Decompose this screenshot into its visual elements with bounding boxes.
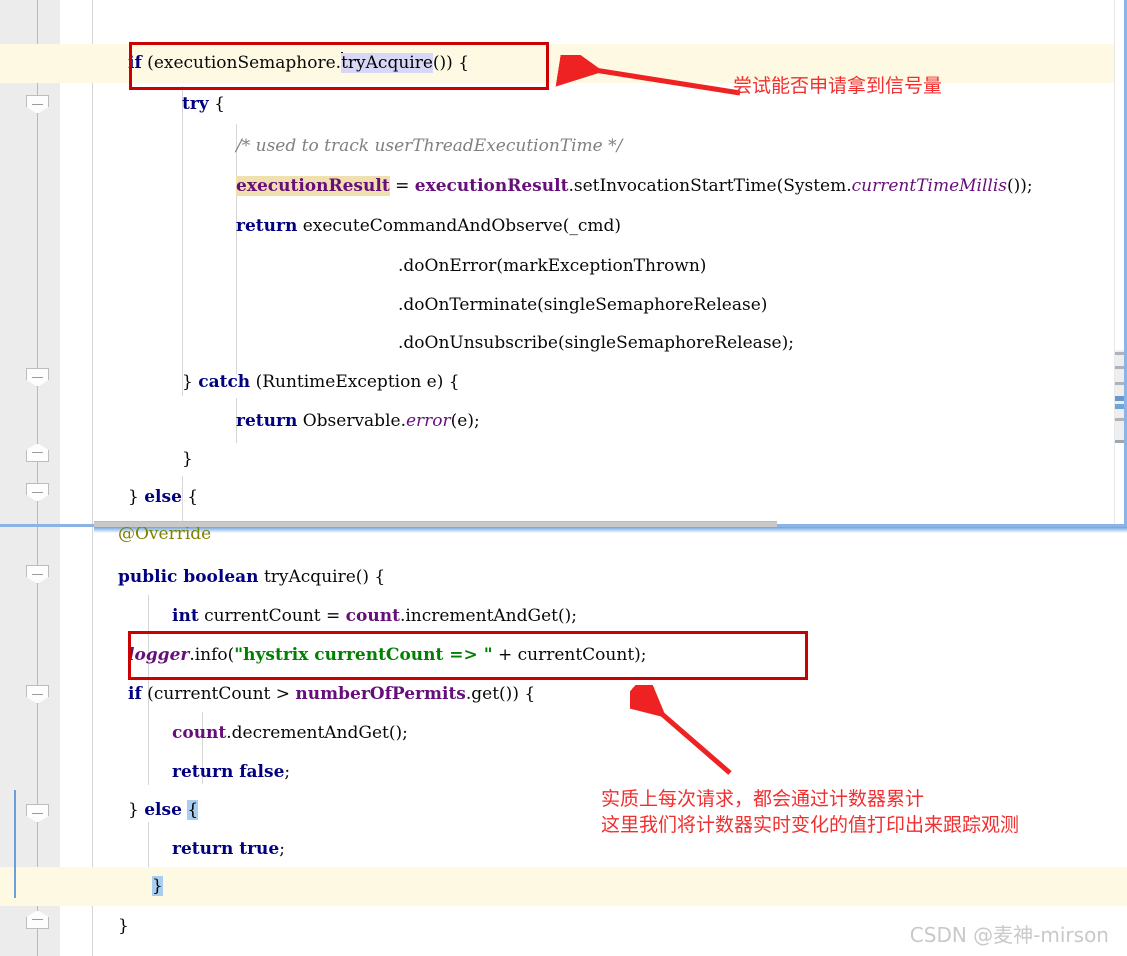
fold-marker-else[interactable] — [26, 483, 49, 502]
fold-minus-icon — [32, 574, 43, 575]
fold-minus-icon — [32, 492, 43, 493]
scrollbar-thumb-top[interactable] — [1115, 350, 1127, 440]
code-line[interactable]: if (currentCount > numberOfPermits.get()… — [128, 675, 1127, 714]
editor-pane-top[interactable]: if (executionSemaphore.tryAcquire()) { t… — [0, 0, 1127, 527]
code-area-top[interactable]: if (executionSemaphore.tryAcquire()) { t… — [0, 0, 1127, 527]
code-line[interactable]: /* used to track userThreadExecutionTime… — [236, 127, 1127, 166]
fold-marker-try[interactable] — [26, 95, 49, 114]
code-line[interactable]: try { — [182, 85, 1127, 124]
code-line[interactable]: } else { — [128, 478, 1127, 517]
token-static-method: error — [405, 411, 451, 431]
fold-minus-icon — [32, 919, 43, 920]
token-keyword: public boolean — [118, 567, 259, 587]
token-keyword: return — [236, 411, 298, 431]
token-comment: /* used to track userThreadExecutionTime… — [236, 136, 623, 156]
selected-token[interactable]: tryAcquire — [341, 53, 433, 73]
fold-marker-if[interactable] — [26, 685, 49, 704]
token-keyword: if — [128, 53, 142, 73]
code-line[interactable]: int currentCount = count.incrementAndGet… — [172, 597, 1127, 636]
token-field: count — [345, 606, 400, 626]
token-field: executionResult — [414, 176, 569, 196]
code-line[interactable]: if (executionSemaphore.tryAcquire()) { — [128, 44, 1127, 83]
code-line[interactable]: @Override — [118, 527, 1127, 554]
code-line[interactable]: return false; — [172, 753, 1127, 792]
vcs-change-marker-overlay[interactable] — [14, 790, 16, 898]
scrollbar-marker-track-top[interactable] — [1114, 0, 1127, 524]
code-line[interactable]: } — [118, 907, 1127, 946]
token-string: "hystrix currentCount => " — [234, 645, 493, 665]
highlighted-identifier[interactable]: executionResult — [236, 176, 390, 196]
token-keyword: return — [236, 216, 298, 236]
indent-guide — [182, 86, 183, 396]
code-line[interactable]: logger.info("hystrix currentCount => " +… — [128, 636, 1127, 675]
code-line[interactable]: .doOnError(markExceptionThrown) — [398, 247, 1127, 286]
code-line[interactable]: public boolean tryAcquire() { — [118, 558, 1127, 597]
fold-marker-catch[interactable] — [26, 368, 49, 387]
fold-marker-else[interactable] — [26, 804, 49, 823]
code-line[interactable]: .doOnTerminate(singleSemaphoreRelease) — [398, 286, 1127, 325]
token-keyword: return false — [172, 762, 285, 782]
fold-minus-icon — [32, 104, 43, 105]
token-field: count — [172, 723, 227, 743]
token-static-method: currentTimeMillis — [851, 176, 1008, 196]
current-line-highlight-band — [0, 867, 1127, 906]
token-annotation: @Override — [118, 527, 212, 544]
token-keyword: int — [172, 606, 199, 626]
fold-marker-method[interactable] — [26, 565, 49, 584]
token-keyword: else — [144, 487, 182, 507]
fold-minus-icon — [32, 813, 43, 814]
matched-brace-open[interactable]: { — [187, 800, 199, 820]
current-line-brace[interactable]: } — [152, 867, 163, 906]
token-keyword: if — [128, 684, 142, 704]
fold-marker-close-method[interactable] — [26, 910, 49, 929]
code-line[interactable]: count.decrementAndGet(); — [172, 714, 1127, 753]
code-line[interactable]: } — [182, 440, 1127, 479]
fold-minus-icon — [32, 694, 43, 695]
code-line[interactable]: return Observable.error(e); — [236, 402, 1127, 441]
code-line[interactable]: } else { — [128, 791, 1127, 830]
token-keyword: try — [182, 94, 209, 114]
code-line[interactable]: executionResult = executionResult.setInv… — [236, 167, 1127, 206]
fold-minus-icon — [32, 452, 43, 453]
token-keyword: else — [144, 800, 182, 820]
token-static-field: logger — [128, 645, 190, 665]
fold-marker-close-try[interactable] — [26, 443, 49, 462]
token-keyword: catch — [198, 372, 251, 392]
code-line[interactable]: } catch (RuntimeException e) { — [182, 363, 1127, 402]
scroll-marker[interactable] — [1115, 440, 1127, 443]
token-field: numberOfPermits — [295, 684, 466, 704]
code-line[interactable]: .doOnUnsubscribe(singleSemaphoreRelease)… — [398, 324, 1127, 363]
token-keyword: return true — [172, 839, 280, 859]
code-line[interactable]: return executeCommandAndObserve(_cmd) — [236, 207, 1127, 246]
code-line[interactable]: return true; — [172, 830, 1127, 869]
fold-minus-icon — [32, 377, 43, 378]
